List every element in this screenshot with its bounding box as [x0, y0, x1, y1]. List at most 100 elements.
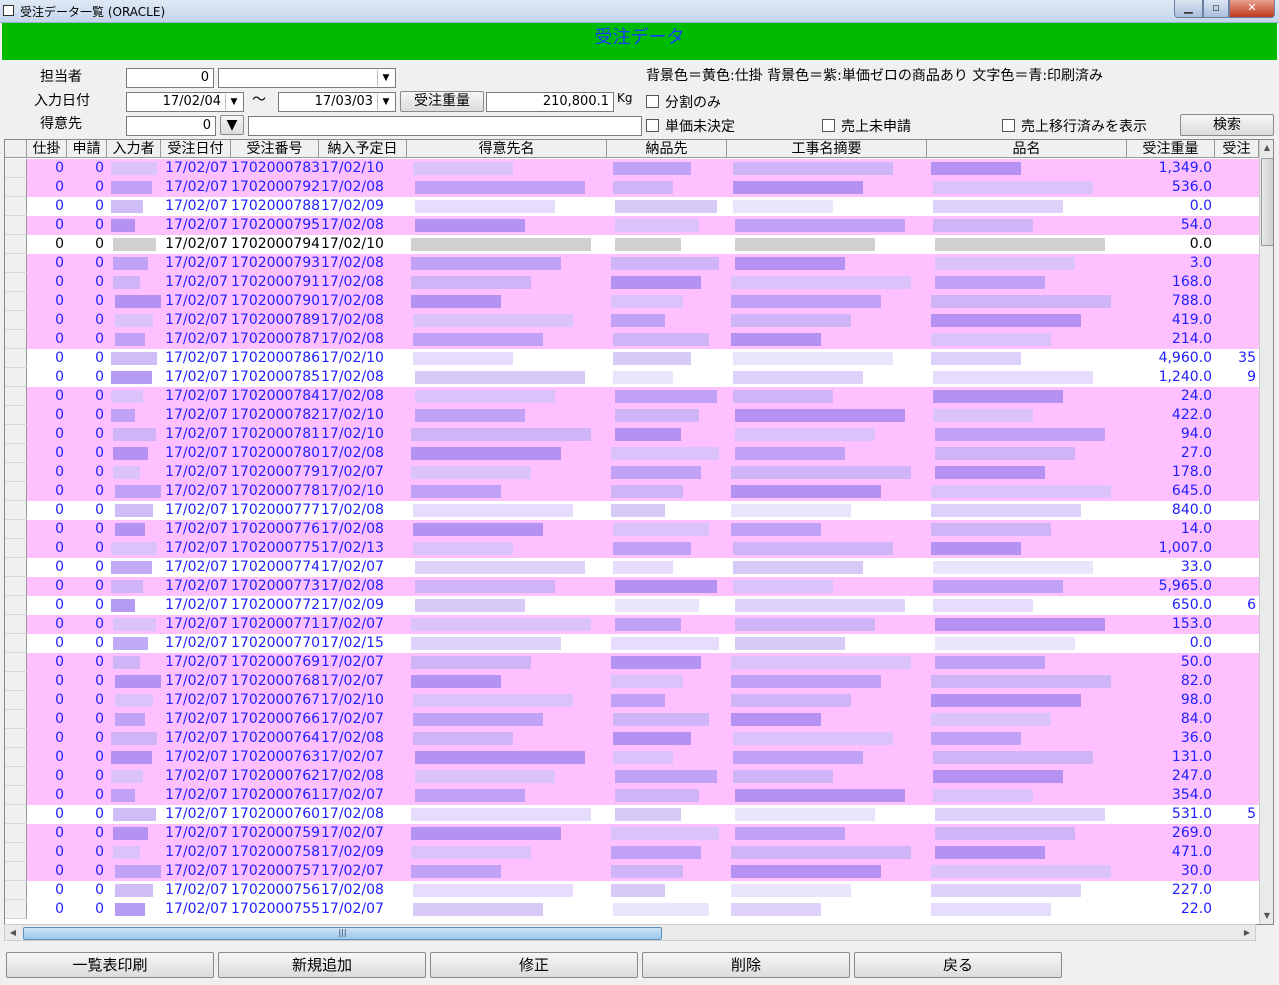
table-row[interactable]: 0 0 17/02/07 1702000755 17/02/07 22.0 [5, 900, 1259, 919]
table-row[interactable]: 0 0 17/02/07 1702000787 17/02/08 214.0 [5, 330, 1259, 349]
row-selector[interactable] [5, 254, 27, 273]
table-row[interactable]: 0 0 17/02/07 1702000758 17/02/09 471.0 [5, 843, 1259, 862]
table-row[interactable]: 0 0 17/02/07 1702000777 17/02/08 840.0 [5, 501, 1259, 520]
table-row[interactable]: 0 0 17/02/07 1702000782 17/02/10 422.0 [5, 406, 1259, 425]
row-selector[interactable] [5, 843, 27, 862]
column-header[interactable]: 仕掛 [27, 140, 67, 158]
scroll-left-icon[interactable]: ◀ [5, 925, 21, 940]
checkbox-icon[interactable] [646, 119, 659, 132]
scroll-up-icon[interactable]: ▲ [1260, 140, 1273, 156]
chevron-down-icon[interactable]: ▼ [225, 94, 242, 110]
column-header[interactable]: 入力者 [107, 140, 161, 158]
row-selector[interactable] [5, 710, 27, 729]
row-selector[interactable] [5, 748, 27, 767]
row-selector[interactable] [5, 235, 27, 254]
row-selector[interactable] [5, 406, 27, 425]
row-selector[interactable] [5, 672, 27, 691]
table-row[interactable]: 0 0 17/02/07 1702000769 17/02/07 50.0 [5, 653, 1259, 672]
row-selector[interactable] [5, 368, 27, 387]
edit-button[interactable]: 修正 [430, 952, 638, 978]
row-selector[interactable] [5, 273, 27, 292]
row-selector[interactable] [5, 615, 27, 634]
row-selector[interactable] [5, 444, 27, 463]
customer-code-input[interactable]: 0 [126, 116, 216, 136]
table-row[interactable]: 0 0 17/02/07 1702000760 17/02/08 531.0 5 [5, 805, 1259, 824]
row-selector[interactable] [5, 178, 27, 197]
table-row[interactable]: 0 0 17/02/07 1702000786 17/02/10 4,960.0 35 [5, 349, 1259, 368]
column-header[interactable]: 受注重量 [1127, 140, 1215, 158]
table-row[interactable]: 0 0 17/02/07 1702000762 17/02/08 247.0 [5, 767, 1259, 786]
row-selector[interactable] [5, 197, 27, 216]
row-selector[interactable] [5, 159, 27, 178]
table-row[interactable]: 0 0 17/02/07 1702000773 17/02/08 5,965.0 [5, 577, 1259, 596]
row-selector[interactable] [5, 463, 27, 482]
maximize-button[interactable]: ▫ [1203, 0, 1229, 18]
vertical-scroll-thumb[interactable] [1261, 158, 1273, 246]
row-selector[interactable] [5, 767, 27, 786]
table-row[interactable]: 0 0 17/02/07 1702000785 17/02/08 1,240.0 9 [5, 368, 1259, 387]
table-row[interactable]: 0 0 17/02/07 1702000763 17/02/07 131.0 [5, 748, 1259, 767]
column-header[interactable]: 品名 [927, 140, 1127, 158]
price-undecided-checkbox[interactable]: 単価未決定 [646, 116, 735, 136]
column-header[interactable]: 受注 [1215, 140, 1259, 158]
row-selector[interactable] [5, 520, 27, 539]
row-selector[interactable] [5, 691, 27, 710]
table-row[interactable]: 0 0 17/02/07 1702000770 17/02/15 0.0 [5, 634, 1259, 653]
date-from-combo[interactable]: 17/02/04 ▼ [126, 92, 244, 112]
row-selector[interactable] [5, 577, 27, 596]
table-row[interactable]: 0 0 17/02/07 1702000783 17/02/10 1,349.0 [5, 159, 1259, 178]
date-to-combo[interactable]: 17/03/03 ▼ [278, 92, 396, 112]
row-selector[interactable] [5, 311, 27, 330]
row-selector[interactable] [5, 729, 27, 748]
table-row[interactable]: 0 0 17/02/07 1702000794 17/02/10 0.0 [5, 235, 1259, 254]
column-header[interactable]: 納入予定日 [319, 140, 407, 158]
row-selector[interactable] [5, 900, 27, 919]
row-selector[interactable] [5, 501, 27, 520]
column-header[interactable]: 受注番号 [231, 140, 319, 158]
column-header[interactable]: 得意先名 [407, 140, 607, 158]
checkbox-icon[interactable] [646, 95, 659, 108]
vertical-scrollbar[interactable]: ▲ ▼ [1259, 140, 1273, 924]
tanto-code-input[interactable]: 0 [126, 68, 214, 88]
table-row[interactable]: 0 0 17/02/07 1702000764 17/02/08 36.0 [5, 729, 1259, 748]
minimize-button[interactable]: ▁ [1174, 0, 1203, 18]
table-row[interactable]: 0 0 17/02/07 1702000779 17/02/07 178.0 [5, 463, 1259, 482]
row-selector[interactable] [5, 786, 27, 805]
table-row[interactable]: 0 0 17/02/07 1702000768 17/02/07 82.0 [5, 672, 1259, 691]
horizontal-scroll-thumb[interactable]: ||| [23, 927, 662, 940]
table-row[interactable]: 0 0 17/02/07 1702000757 17/02/07 30.0 [5, 862, 1259, 881]
row-selector[interactable] [5, 216, 27, 235]
table-row[interactable]: 0 0 17/02/07 1702000756 17/02/08 227.0 [5, 881, 1259, 900]
row-selector[interactable] [5, 881, 27, 900]
row-selector[interactable] [5, 862, 27, 881]
table-row[interactable]: 0 0 17/02/07 1702000784 17/02/08 24.0 [5, 387, 1259, 406]
scroll-down-icon[interactable]: ▼ [1260, 908, 1273, 924]
back-button[interactable]: 戻る [854, 952, 1062, 978]
table-row[interactable]: 0 0 17/02/07 1702000793 17/02/08 3.0 [5, 254, 1259, 273]
table-row[interactable]: 0 0 17/02/07 1702000795 17/02/08 54.0 [5, 216, 1259, 235]
table-row[interactable]: 0 0 17/02/07 1702000766 17/02/07 84.0 [5, 710, 1259, 729]
sales-unapplied-checkbox[interactable]: 売上未申請 [822, 116, 911, 136]
row-selector[interactable] [5, 558, 27, 577]
table-row[interactable]: 0 0 17/02/07 1702000771 17/02/07 153.0 [5, 615, 1259, 634]
checkbox-icon[interactable] [822, 119, 835, 132]
weight-button[interactable]: 受注重量 [400, 91, 484, 112]
checkbox-icon[interactable] [1002, 119, 1015, 132]
table-row[interactable]: 0 0 17/02/07 1702000788 17/02/09 0.0 [5, 197, 1259, 216]
table-row[interactable]: 0 0 17/02/07 1702000792 17/02/08 536.0 [5, 178, 1259, 197]
order-grid[interactable]: 仕掛 申請 入力者 受注日付 受注番号 納入予定日 得意先名 納品先 工事名摘要 品名 受注重量 受注… [4, 139, 1274, 925]
row-selector[interactable] [5, 425, 27, 444]
row-selector[interactable] [5, 653, 27, 672]
table-row[interactable]: 0 0 17/02/07 1702000780 17/02/08 27.0 [5, 444, 1259, 463]
row-selector[interactable] [5, 482, 27, 501]
chevron-down-icon[interactable]: ▼ [377, 70, 394, 86]
column-header[interactable]: 受注日付 [161, 140, 231, 158]
table-row[interactable]: 0 0 17/02/07 1702000772 17/02/09 650.0 6 [5, 596, 1259, 615]
add-new-button[interactable]: 新規追加 [218, 952, 426, 978]
table-row[interactable]: 0 0 17/02/07 1702000767 17/02/10 98.0 [5, 691, 1259, 710]
table-row[interactable]: 0 0 17/02/07 1702000776 17/02/08 14.0 [5, 520, 1259, 539]
tanto-name-combo[interactable]: ▼ [218, 68, 396, 88]
row-selector[interactable] [5, 824, 27, 843]
search-button[interactable]: 検索 [1180, 114, 1274, 136]
table-row[interactable]: 0 0 17/02/07 1702000759 17/02/07 269.0 [5, 824, 1259, 843]
